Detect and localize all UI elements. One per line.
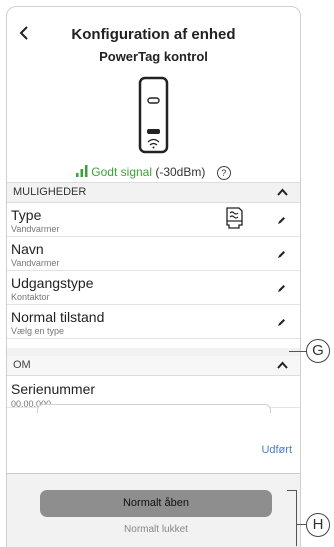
signal-value: (-30dBm)	[155, 165, 206, 179]
chevron-up-icon[interactable]	[277, 188, 288, 196]
row-label: Navn	[11, 241, 44, 257]
setting-row-navn[interactable]: Navn Vandvarmer	[7, 237, 300, 271]
row-value: Vælg en type	[11, 326, 65, 336]
signal-label: Godt signal	[91, 165, 152, 179]
picker-option[interactable]: Normalt lukket	[40, 524, 272, 535]
callout-badge-g: G	[306, 339, 330, 363]
row-label: Type	[11, 207, 42, 223]
edit-pencil-icon[interactable]	[277, 284, 286, 293]
done-button[interactable]: Udført	[261, 444, 292, 456]
page-subtitle: PowerTag kontrol	[99, 49, 208, 64]
powertag-device-icon	[138, 76, 169, 154]
option-picker[interactable]: Normalt åben Normalt lukket	[7, 473, 300, 547]
picker-sheet: Udført Normalt åben Normalt lukket	[7, 404, 300, 547]
phone-screen: Konfiguration af enhed PowerTag kontrol …	[6, 6, 301, 547]
sheet-edge	[37, 404, 271, 413]
callout-line-h	[296, 524, 306, 526]
chevron-up-icon[interactable]	[277, 361, 288, 369]
callout-line-g	[289, 351, 307, 353]
row-value: Kontaktor	[11, 292, 50, 302]
callout-bracket-h-top	[287, 490, 296, 492]
section-divider	[7, 348, 300, 356]
section-muligheder-header[interactable]: MULIGHEDER	[7, 182, 300, 203]
help-icon[interactable]: ?	[216, 166, 231, 180]
section-title: MULIGHEDER	[13, 186, 87, 198]
setting-row-udgangstype[interactable]: Udgangstype Kontaktor	[7, 271, 300, 305]
section-title: OM	[13, 359, 31, 371]
callout-bracket-h-vertical	[296, 490, 298, 546]
edit-pencil-icon[interactable]	[277, 318, 286, 327]
picker-option-selected[interactable]: Normalt åben	[40, 490, 272, 517]
section-om-header[interactable]: OM	[7, 356, 300, 376]
setting-row-type[interactable]: Type Vandvarmer	[7, 203, 300, 237]
row-label: Normal tilstand	[11, 309, 105, 325]
signal-status: Godt signal (-30dBm) ?	[7, 165, 300, 180]
edit-pencil-icon[interactable]	[277, 250, 286, 259]
row-value: Vandvarmer	[11, 224, 60, 234]
row-value: Vandvarmer	[11, 258, 60, 268]
row-label: Udgangstype	[11, 275, 94, 291]
row-label: Serienummer	[11, 381, 96, 397]
setting-row-normal-tilstand[interactable]: Normal tilstand Vælg en type	[7, 305, 300, 339]
header: Konfiguration af enhed PowerTag kontrol …	[7, 7, 300, 182]
signal-bars-icon	[76, 165, 88, 177]
water-heater-icon	[226, 207, 243, 229]
edit-pencil-icon[interactable]	[277, 216, 286, 225]
page-title: Konfiguration af enhed	[71, 26, 236, 43]
callout-badge-h: H	[306, 513, 330, 537]
